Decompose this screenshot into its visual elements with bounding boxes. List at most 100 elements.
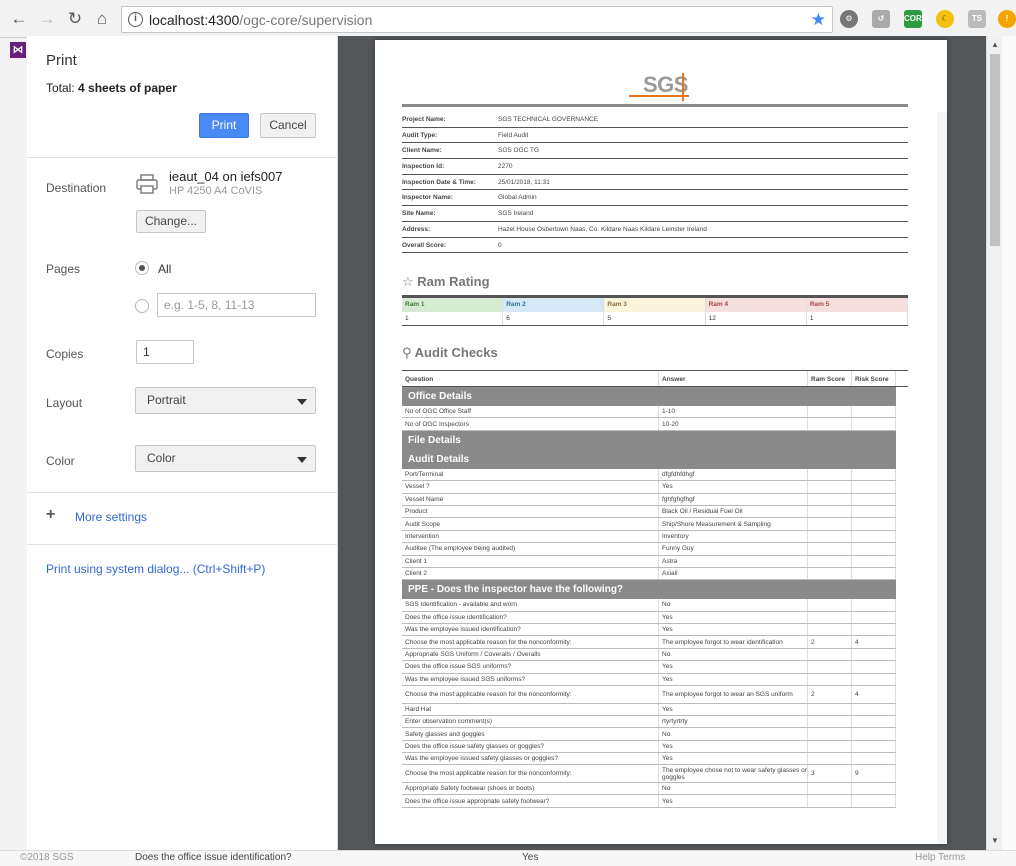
question-cell: Does the office issue safety glasses or …: [402, 740, 659, 753]
risk-score-cell: [852, 481, 896, 493]
table-row: Product Black Oil / Residual Fuel Oil: [402, 505, 896, 519]
risk-score-cell: 4: [852, 686, 896, 703]
answer-cell: Axiall: [659, 567, 808, 580]
risk-score-cell: [852, 406, 896, 418]
ram-score-cell: [808, 611, 852, 624]
ram-name: Ram 4: [705, 298, 807, 312]
background-page-edge: [1002, 36, 1016, 866]
ram-score-cell: [808, 728, 852, 740]
question-cell: Does the office issue identification?: [402, 611, 659, 624]
answer-cell: Yes: [659, 624, 808, 636]
star-outline-icon: ☆: [402, 274, 414, 289]
risk-score-cell: [852, 661, 896, 673]
ram-name: Ram 5: [806, 298, 909, 312]
print-settings-panel: Print Total: 4 sheets of paper Print Can…: [27, 36, 338, 850]
pages-range-input[interactable]: e.g. 1-5, 8, 11-13: [157, 293, 316, 317]
answer-cell: The employee chose not to wear safety gl…: [659, 765, 808, 782]
info-icon[interactable]: i: [128, 12, 143, 27]
risk-score-cell: [852, 493, 896, 505]
ram-score-cell: 2: [808, 686, 852, 703]
extension-moon-icon[interactable]: ☾: [936, 10, 954, 28]
extension-ts-icon[interactable]: TS: [968, 10, 986, 28]
ram-score-cell: [808, 624, 852, 636]
system-dialog-link[interactable]: Print using system dialog... (Ctrl+Shift…: [46, 562, 265, 576]
answer-cell: The employee forgot to wear identificati…: [659, 636, 808, 648]
group-header: File Details: [402, 430, 896, 450]
risk-score-cell: [852, 703, 896, 715]
risk-score-cell: [852, 599, 896, 611]
ram-value: 6: [503, 312, 605, 325]
question-cell: Was the employee issued SGS uniforms?: [402, 673, 659, 686]
scroll-thumb[interactable]: [990, 54, 1000, 246]
print-preview-area: SGS Project Name: SGS TECHNICAL GOVERNANC…: [338, 36, 986, 850]
cancel-button[interactable]: Cancel: [260, 113, 316, 138]
printer-icon: [136, 174, 158, 194]
change-destination-button[interactable]: Change...: [136, 210, 206, 233]
pages-custom-radio[interactable]: [135, 299, 149, 313]
back-icon[interactable]: ←: [9, 9, 29, 29]
question-cell: Does the office issue appropriate safety…: [402, 795, 659, 807]
answer-cell: 1-10: [659, 406, 808, 418]
ram-name: Ram 3: [604, 298, 706, 312]
table-row: Vessel ? Yes: [402, 481, 896, 494]
ram-score-cell: [808, 599, 852, 611]
info-value: SGS TECHNICAL GOVERNANCE: [498, 116, 599, 123]
browser-toolbar: ← → ↻ ⌂ i localhost:4300/ogc-core/superv…: [0, 0, 1016, 38]
question-cell: SGS Identification - available and worn: [402, 599, 659, 611]
ram-score-cell: [808, 406, 852, 418]
browser-alert-icon[interactable]: !: [998, 10, 1016, 28]
print-button[interactable]: Print: [199, 113, 249, 138]
answer-cell: Ship/Shore Measurement & Sampling: [659, 518, 808, 530]
pages-all-radio[interactable]: [135, 261, 149, 275]
address-bar[interactable]: i localhost:4300/ogc-core/supervision ★: [121, 6, 833, 33]
footer-copyright: ©2018 SGS: [20, 852, 74, 863]
risk-score-cell: [852, 740, 896, 753]
scroll-up-icon[interactable]: ▲: [991, 40, 999, 49]
col-risk-score: Risk Score: [852, 371, 896, 386]
forward-icon[interactable]: →: [37, 9, 57, 29]
extension-sync-icon[interactable]: ↺: [872, 10, 890, 28]
copies-input[interactable]: 1: [136, 340, 194, 364]
answer-cell: Black Oil / Residual Fuel Oil: [659, 505, 808, 518]
group-header: Audit Details: [402, 449, 896, 469]
extension-cors-icon[interactable]: CORS: [904, 10, 927, 28]
inspection-info-table: Project Name: SGS TECHNICAL GOVERNANCE Aud…: [402, 112, 908, 254]
chevron-down-icon: [297, 457, 307, 463]
ram-value: 1: [402, 312, 504, 325]
table-row: Auditee (The employee being audited) Funn…: [402, 543, 896, 556]
layout-select[interactable]: Portrait: [135, 387, 316, 414]
table-row: No of OGC Inspectors 10-20: [402, 418, 896, 431]
more-settings-link[interactable]: More settings: [75, 510, 147, 524]
question-cell: Safety glasses and goggles: [402, 728, 659, 740]
risk-score-cell: [852, 505, 896, 518]
pages-label: Pages: [46, 262, 81, 276]
plus-icon[interactable]: +: [46, 506, 55, 524]
question-cell: Vessel Name: [402, 493, 659, 505]
question-cell: Product: [402, 505, 659, 518]
table-row: Appropriate SGS Uniform / Coveralls / Ov…: [402, 648, 896, 662]
color-label: Color: [46, 454, 75, 468]
answer-cell: Inventory: [659, 530, 808, 543]
color-select[interactable]: Color: [135, 445, 316, 472]
answer-cell: 10-20: [659, 418, 808, 430]
extension-gear-icon[interactable]: ⚙: [840, 10, 858, 28]
question-cell: Was the employee issued safety glasses o…: [402, 753, 659, 765]
scroll-down-icon[interactable]: ▼: [991, 836, 999, 845]
reload-icon[interactable]: ↻: [65, 9, 85, 29]
answer-cell: Funny Guy: [659, 543, 808, 555]
table-row: Does the office issue safety glasses or …: [402, 740, 896, 754]
home-icon[interactable]: ⌂: [92, 9, 112, 29]
ram-rating-table: Ram 1 Ram 2 Ram 3 Ram 4 Ram 5 1 6 5 12 1: [402, 295, 909, 326]
table-row: Does the office issue SGS uniforms? Yes: [402, 661, 896, 674]
inner-scrollbar[interactable]: [937, 112, 947, 844]
bookmark-star-icon[interactable]: ★: [811, 10, 826, 30]
risk-score-cell: [852, 648, 896, 661]
risk-score-cell: [852, 611, 896, 624]
ram-score-cell: [808, 543, 852, 555]
answer-cell: No: [659, 648, 808, 661]
ram-score-cell: [808, 753, 852, 765]
logo-accent: [629, 95, 689, 97]
risk-score-cell: [852, 673, 896, 686]
preview-scrollbar[interactable]: ▲ ▼: [986, 36, 1002, 850]
visual-studio-icon[interactable]: ⋈: [10, 42, 26, 58]
